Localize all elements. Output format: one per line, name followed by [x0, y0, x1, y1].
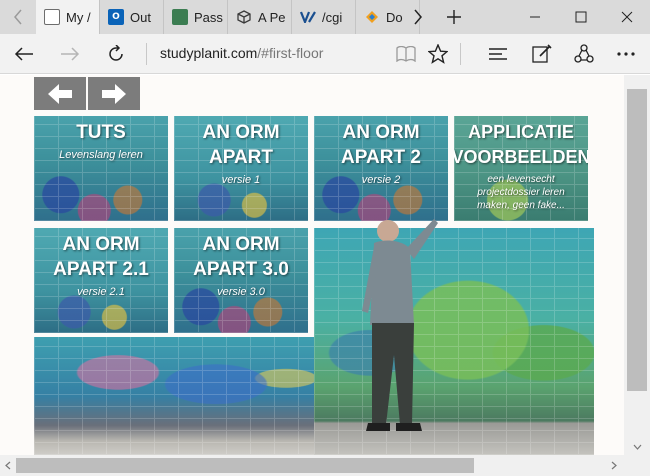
refresh-icon	[109, 45, 123, 61]
tile-an-orm-apart-2[interactable]: AN ORM APART 2 versie 2	[314, 116, 448, 221]
tile-background	[34, 116, 168, 221]
reading-view-button[interactable]	[388, 34, 424, 74]
tile-background	[174, 116, 308, 221]
photo-texture	[34, 337, 314, 455]
plus-icon	[447, 10, 461, 24]
vertical-scroll-thumb[interactable]	[627, 89, 647, 391]
share-button[interactable]	[566, 34, 602, 74]
book-icon	[396, 46, 416, 62]
hub-icon	[489, 48, 507, 60]
scroll-down-button[interactable]	[624, 439, 650, 455]
scroll-left-button[interactable]	[0, 455, 16, 476]
doc-icon	[44, 9, 60, 25]
tile-background	[34, 228, 168, 333]
close-icon	[621, 11, 633, 23]
chevron-left-icon	[5, 461, 11, 470]
url-host: studyplanit.com	[160, 45, 258, 61]
web-note-button[interactable]	[524, 34, 560, 74]
divider	[146, 43, 147, 65]
diamond-icon	[364, 9, 380, 25]
tab-list: My / O Out Pass A Pe /cgi Do	[36, 0, 420, 34]
tab-scroll-right-button[interactable]	[400, 0, 436, 34]
more-icon	[617, 52, 635, 56]
divider	[460, 43, 461, 65]
browser-toolbar: studyplanit.com/#first-floor	[0, 34, 650, 74]
vertical-scrollbar[interactable]	[624, 75, 650, 455]
address-bar[interactable]: studyplanit.com/#first-floor	[160, 45, 323, 61]
tab-title: My /	[66, 9, 91, 25]
minimize-button[interactable]	[512, 0, 558, 34]
chevron-right-icon	[414, 9, 422, 25]
chevron-left-icon	[14, 9, 22, 25]
star-icon	[428, 44, 448, 64]
previous-floor-button[interactable]	[34, 77, 86, 110]
tile-background	[454, 116, 588, 221]
tile-background	[314, 116, 448, 221]
tab[interactable]: /cgi	[292, 0, 356, 34]
tab-title: A Pe	[258, 9, 286, 25]
arrow-left-icon	[48, 83, 72, 104]
tab[interactable]: A Pe	[228, 0, 292, 34]
maximize-button[interactable]	[558, 0, 604, 34]
scroll-right-button[interactable]	[606, 455, 622, 476]
pen-icon	[532, 44, 552, 63]
wide-photo-tile[interactable]	[34, 337, 314, 455]
tab-scroll-left-button[interactable]	[0, 0, 36, 34]
cube-icon	[236, 9, 252, 25]
outlook-icon: O	[108, 9, 124, 25]
share-icon	[574, 44, 594, 63]
tab-title: Out	[130, 9, 151, 25]
new-tab-button[interactable]	[436, 0, 472, 34]
page-viewport: TUTS Levenslang leren AN ORM APART versi…	[0, 75, 624, 455]
tile-applicatie-voorbeelden[interactable]: APPLICATIE VOORBEELDEN een levensecht pr…	[454, 116, 588, 221]
tab[interactable]: Pass	[164, 0, 228, 34]
tile-an-orm-apart-3-0[interactable]: AN ORM APART 3.0 versie 3.0	[174, 228, 308, 333]
person-figure	[362, 219, 438, 431]
chevron-right-icon	[611, 461, 617, 470]
close-window-button[interactable]	[604, 0, 650, 34]
lock-icon	[172, 9, 188, 25]
arrow-left-icon	[14, 47, 33, 61]
arrow-right-icon	[102, 83, 126, 104]
tab-title: /cgi	[322, 9, 343, 25]
tab[interactable]: O Out	[100, 0, 164, 34]
url-path: /#first-floor	[257, 45, 324, 61]
forward-button[interactable]	[52, 34, 88, 74]
refresh-button[interactable]	[98, 34, 134, 74]
more-button[interactable]	[608, 34, 644, 74]
back-button[interactable]	[6, 34, 42, 74]
tile-tuts[interactable]: TUTS Levenslang leren	[34, 116, 168, 221]
horizontal-scrollbar[interactable]	[0, 455, 650, 476]
minimize-icon	[530, 16, 540, 18]
chevron-down-icon	[633, 444, 641, 450]
tile-background	[174, 228, 308, 333]
tile-an-orm-apart-2-1[interactable]: AN ORM APART 2.1 versie 2.1	[34, 228, 168, 333]
hub-button[interactable]	[480, 34, 516, 74]
horizontal-scroll-thumb[interactable]	[16, 458, 474, 473]
maximize-icon	[575, 11, 587, 23]
next-floor-button[interactable]	[88, 77, 140, 110]
tab-strip: My / O Out Pass A Pe /cgi Do	[0, 0, 650, 34]
tile-an-orm-apart[interactable]: AN ORM APART versie 1	[174, 116, 308, 221]
tab[interactable]: My /	[36, 0, 100, 34]
tab-title: Pass	[194, 9, 223, 25]
vs-icon	[300, 9, 316, 25]
favorite-button[interactable]	[420, 34, 456, 74]
arrow-right-icon	[61, 47, 80, 61]
